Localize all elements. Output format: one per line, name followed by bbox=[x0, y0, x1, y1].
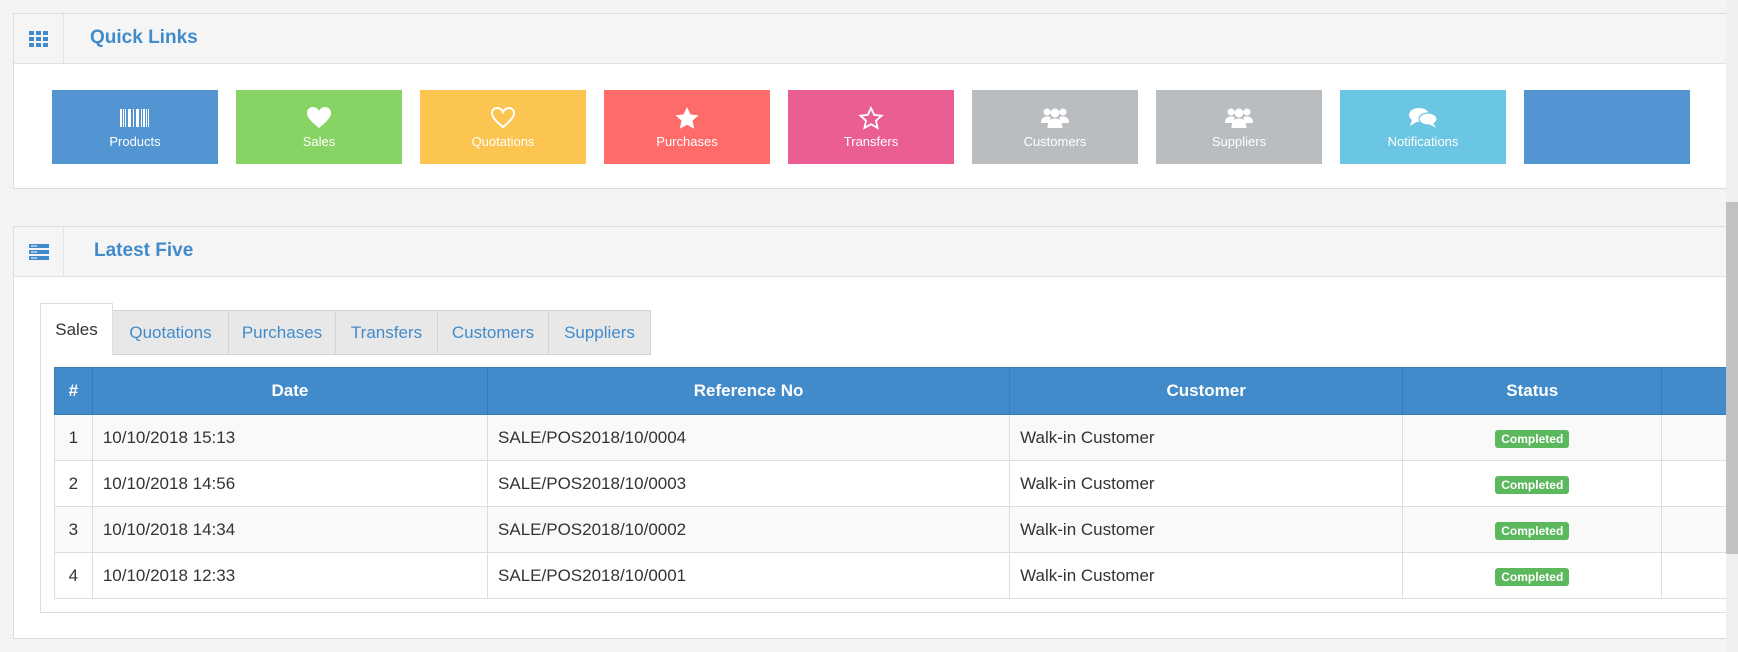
customer-cell: Walk-in Customer bbox=[1009, 506, 1404, 553]
status-badge: Completed bbox=[1495, 567, 1570, 586]
star-outline-icon bbox=[858, 105, 884, 131]
status-cell: Completed bbox=[1402, 460, 1663, 507]
users-icon bbox=[1224, 105, 1254, 131]
actions-cell bbox=[1661, 552, 1734, 599]
column-header-date[interactable]: Date bbox=[91, 367, 489, 415]
table-row[interactable]: 2 10/10/2018 14:56 SALE/POS2018/10/0003 Wal… bbox=[54, 460, 1734, 507]
scrollbar-thumb[interactable] bbox=[1726, 202, 1738, 554]
table-row[interactable]: 4 10/10/2018 12:33 SALE/POS2018/10/0001 Wal… bbox=[54, 552, 1734, 599]
latest-five-title: Latest Five bbox=[94, 240, 194, 261]
column-header-reference-no[interactable]: Reference No bbox=[487, 367, 1011, 415]
status-cell: Completed bbox=[1402, 552, 1663, 599]
quick-link-customers-button[interactable]: Customers bbox=[972, 90, 1138, 164]
ref-cell: SALE/POS2018/10/0004 bbox=[487, 414, 1011, 461]
heart-icon bbox=[306, 105, 332, 131]
ref-cell: SALE/POS2018/10/0003 bbox=[487, 460, 1011, 507]
status-cell: Completed bbox=[1402, 506, 1663, 553]
quick-links-body: Products Sales Quotations Purchases Transfer… bbox=[14, 64, 1738, 188]
customer-cell: Walk-in Customer bbox=[1009, 414, 1404, 461]
status-cell: Completed bbox=[1402, 414, 1663, 461]
quick-links-title: Quick Links bbox=[90, 27, 198, 48]
quick-link-label: Sales bbox=[302, 134, 336, 149]
quick-link-quotations-button[interactable]: Quotations bbox=[420, 90, 586, 164]
quick-link-label: Products bbox=[109, 134, 161, 149]
status-badge: Completed bbox=[1495, 429, 1570, 448]
customer-cell: Walk-in Customer bbox=[1009, 552, 1404, 599]
sales-tab-pane: # Date Reference No Customer Status 1 10/10/2… bbox=[40, 355, 1738, 613]
tab-quotations[interactable]: Quotations bbox=[113, 310, 229, 355]
tab-suppliers[interactable]: Suppliers bbox=[549, 310, 651, 355]
table-row[interactable]: 1 10/10/2018 15:13 SALE/POS2018/10/0004 Wal… bbox=[54, 414, 1734, 461]
quick-link-transfers-button[interactable]: Transfers bbox=[788, 90, 954, 164]
column-header-actions[interactable] bbox=[1661, 367, 1734, 415]
tab-customers[interactable]: Customers bbox=[438, 310, 549, 355]
num-cell: 3 bbox=[54, 506, 93, 553]
quick-link-purchases-button[interactable]: Purchases bbox=[604, 90, 770, 164]
quick-link-label: Customers bbox=[1023, 134, 1087, 149]
quick-link-label: Suppliers bbox=[1211, 134, 1267, 149]
table-header-row: # Date Reference No Customer Status bbox=[54, 367, 1734, 415]
date-cell: 10/10/2018 15:13 bbox=[91, 414, 489, 461]
actions-cell bbox=[1661, 460, 1734, 507]
ref-cell: SALE/POS2018/10/0001 bbox=[487, 552, 1011, 599]
page-scrollbar[interactable] bbox=[1726, 0, 1738, 652]
quick-link-label: Transfers bbox=[843, 134, 899, 149]
ref-cell: SALE/POS2018/10/0002 bbox=[487, 506, 1011, 553]
comments-icon bbox=[1408, 105, 1438, 131]
tab-purchases[interactable]: Purchases bbox=[229, 310, 336, 355]
latest-five-header: Latest Five bbox=[14, 227, 1738, 277]
quick-link-sales-button[interactable]: Sales bbox=[236, 90, 402, 164]
column-header-customer[interactable]: Customer bbox=[1009, 367, 1404, 415]
table-row[interactable]: 3 10/10/2018 14:34 SALE/POS2018/10/0002 Wal… bbox=[54, 506, 1734, 553]
num-cell: 2 bbox=[54, 460, 93, 507]
quick-link-notifications-button[interactable]: Notifications bbox=[1340, 90, 1506, 164]
quick-link-more-button[interactable] bbox=[1524, 90, 1690, 164]
star-icon bbox=[674, 105, 700, 131]
customer-cell: Walk-in Customer bbox=[1009, 460, 1404, 507]
tab-sales[interactable]: Sales bbox=[40, 303, 113, 356]
latest-five-box: Latest Five Sales Quotations Purchases Tran… bbox=[13, 226, 1738, 639]
date-cell: 10/10/2018 14:34 bbox=[91, 506, 489, 553]
date-cell: 10/10/2018 12:33 bbox=[91, 552, 489, 599]
quick-link-products-button[interactable]: Products bbox=[52, 90, 218, 164]
actions-cell bbox=[1661, 414, 1734, 461]
quick-links-header: Quick Links bbox=[14, 14, 1738, 64]
latest-five-tabs: Sales Quotations Purchases Transfers Custome… bbox=[40, 303, 1738, 356]
num-cell: 4 bbox=[54, 552, 93, 599]
quick-link-label: Purchases bbox=[656, 134, 718, 149]
barcode-icon bbox=[120, 105, 150, 131]
quick-link-suppliers-button[interactable]: Suppliers bbox=[1156, 90, 1322, 164]
heart-outline-icon bbox=[490, 105, 516, 131]
actions-cell bbox=[1661, 506, 1734, 553]
sales-table: # Date Reference No Customer Status 1 10/10/2… bbox=[54, 367, 1734, 599]
quick-link-label: Notifications bbox=[1387, 134, 1459, 149]
num-cell: 1 bbox=[54, 414, 93, 461]
quick-link-label: Quotations bbox=[471, 134, 535, 149]
status-badge: Completed bbox=[1495, 521, 1570, 540]
status-badge: Completed bbox=[1495, 475, 1570, 494]
tab-transfers[interactable]: Transfers bbox=[336, 310, 438, 355]
column-header-num[interactable]: # bbox=[54, 367, 93, 415]
quick-links-box: Quick Links Products Sales Quotations Purch… bbox=[13, 13, 1738, 189]
grid-icon bbox=[14, 14, 64, 63]
date-cell: 10/10/2018 14:56 bbox=[91, 460, 489, 507]
list-icon bbox=[14, 227, 64, 276]
column-header-status[interactable]: Status bbox=[1402, 367, 1663, 415]
users-icon bbox=[1040, 105, 1070, 131]
